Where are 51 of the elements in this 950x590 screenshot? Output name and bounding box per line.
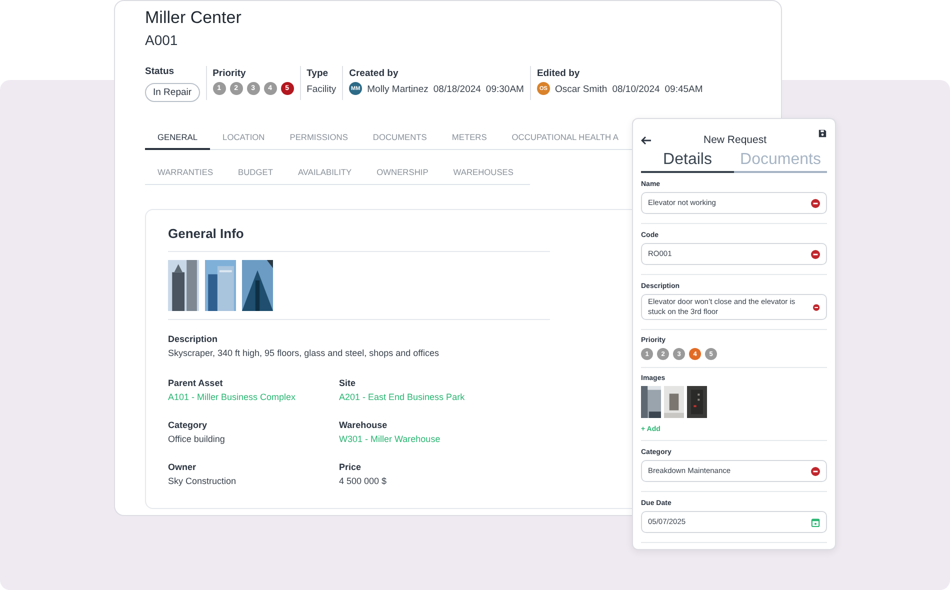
field-label: Price: [339, 462, 362, 472]
field-label: Owner: [168, 462, 198, 472]
tab[interactable]: GENERAL: [145, 128, 210, 150]
date-text: 08/10/2024: [612, 83, 660, 95]
field-link[interactable]: A201 - East End Business Park: [339, 392, 465, 402]
remove-icon[interactable]: [813, 302, 820, 312]
asset-title: Miller Center: [145, 7, 242, 29]
tab[interactable]: WARRANTIES: [145, 163, 226, 185]
tab[interactable]: METERS: [439, 128, 500, 150]
asset-code: A001: [145, 31, 179, 50]
field-value: Skyscraper, 340 ft high, 95 floors, glass and steel, shops and offices: [168, 348, 439, 358]
tab[interactable]: Details: [641, 151, 734, 173]
field-label: Warehouse: [339, 420, 388, 430]
tab[interactable]: LOCATION: [210, 128, 278, 150]
save-icon[interactable]: [818, 129, 827, 138]
field-label: Site: [339, 378, 357, 388]
tab[interactable]: OCCUPATIONAL HEALTH A: [499, 128, 619, 150]
field-link[interactable]: A101 - Miller Business Complex: [168, 392, 296, 402]
calendar-icon[interactable]: [811, 518, 820, 526]
remove-icon[interactable]: [811, 466, 820, 476]
status-pill: In Repair: [145, 83, 200, 102]
tab[interactable]: OWNERSHIP: [364, 163, 441, 185]
field-value: 4 500 000 $: [339, 476, 387, 486]
meta-label: Created by: [349, 68, 400, 79]
back-arrow-icon[interactable]: [641, 136, 652, 144]
person-name: Oscar Smith: [554, 83, 608, 95]
tab[interactable]: BUDGET: [226, 163, 286, 185]
person-name: Molly Martinez: [367, 83, 428, 95]
meta-label: Priority: [212, 68, 247, 79]
remove-icon[interactable]: [811, 250, 820, 258]
meta-label: Status: [145, 66, 176, 77]
time-text: 09:45AM: [664, 83, 703, 95]
type-value: Facility: [306, 83, 336, 95]
tab[interactable]: Documents: [734, 151, 827, 173]
panel-title: New Request: [703, 134, 767, 146]
tab[interactable]: WAREHOUSES: [440, 163, 514, 185]
remove-icon[interactable]: [811, 198, 820, 208]
field-link[interactable]: W301 - Miller Warehouse: [339, 434, 440, 444]
field-label: Description: [168, 334, 219, 344]
meta-label: Edited by: [536, 68, 581, 79]
tab[interactable]: PERMISSIONS: [277, 128, 360, 150]
section-title: General Info: [168, 226, 550, 252]
date-text: 08/18/2024: [433, 83, 481, 95]
field-label: Parent Asset: [168, 378, 224, 388]
field-label: Category: [168, 420, 208, 430]
meta-label: Type: [306, 68, 330, 79]
field-value: Office building: [168, 434, 225, 444]
tab[interactable]: DOCUMENTS: [360, 128, 440, 150]
field-value: Sky Construction: [168, 476, 236, 486]
time-text: 09:30AM: [486, 83, 524, 95]
tab[interactable]: AVAILABILITY: [285, 163, 364, 185]
